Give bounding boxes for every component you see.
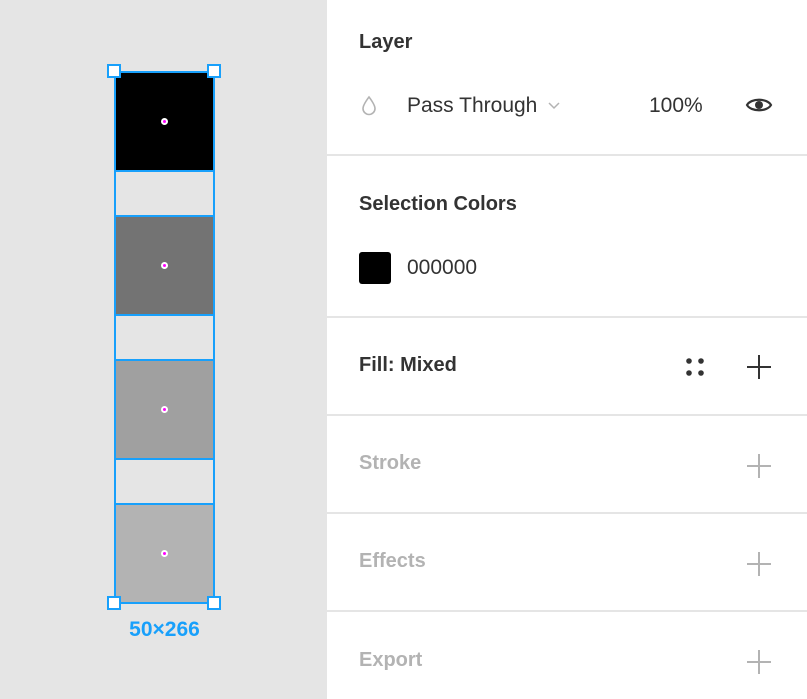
fill-section: Fill: Mixed [327, 318, 807, 416]
center-point-marker [161, 118, 168, 125]
blend-mode-dropdown[interactable]: Pass Through [407, 94, 537, 118]
center-point-marker [161, 406, 168, 413]
layer-section: Layer Pass Through 100% [327, 0, 807, 156]
canvas[interactable]: 50×266 [0, 0, 327, 699]
section-title-stroke: Stroke [359, 452, 422, 474]
plus-icon[interactable] [747, 650, 771, 674]
export-section: Export [327, 612, 807, 699]
color-swatch[interactable] [359, 252, 391, 284]
selection-color-row[interactable]: 000000 [359, 252, 807, 284]
four-dots-icon[interactable] [684, 356, 706, 383]
square-gray[interactable] [114, 359, 215, 460]
plus-icon[interactable] [747, 355, 771, 379]
plus-icon[interactable] [747, 552, 771, 576]
stroke-section: Stroke [327, 416, 807, 514]
square-black[interactable] [114, 71, 215, 172]
resize-handle-bottom-left[interactable] [107, 596, 121, 610]
section-title-layer: Layer [359, 31, 413, 53]
eye-icon[interactable] [745, 94, 773, 121]
layer-row: Pass Through 100% [359, 90, 807, 122]
section-title-effects: Effects [359, 550, 426, 572]
center-point-marker [161, 550, 168, 557]
resize-handle-bottom-right[interactable] [207, 596, 221, 610]
color-hex-value[interactable]: 000000 [407, 256, 477, 280]
properties-panel: Layer Pass Through 100% Selection Colors… [327, 0, 807, 699]
center-point-marker [161, 262, 168, 269]
dimensions-label: 50×266 [129, 618, 200, 641]
selection-colors-section: Selection Colors 000000 [327, 156, 807, 318]
opacity-input[interactable]: 100% [649, 94, 703, 118]
square-dark-gray[interactable] [114, 215, 215, 316]
drop-icon [359, 94, 379, 118]
chevron-down-icon[interactable] [547, 97, 561, 115]
resize-handle-top-right[interactable] [207, 64, 221, 78]
section-title-selection-colors: Selection Colors [359, 193, 517, 215]
effects-section: Effects [327, 514, 807, 612]
plus-icon[interactable] [747, 454, 771, 478]
square-light-gray[interactable] [114, 503, 215, 604]
section-title-export: Export [359, 649, 423, 671]
section-title-fill: Fill: Mixed [359, 354, 457, 376]
resize-handle-top-left[interactable] [107, 64, 121, 78]
